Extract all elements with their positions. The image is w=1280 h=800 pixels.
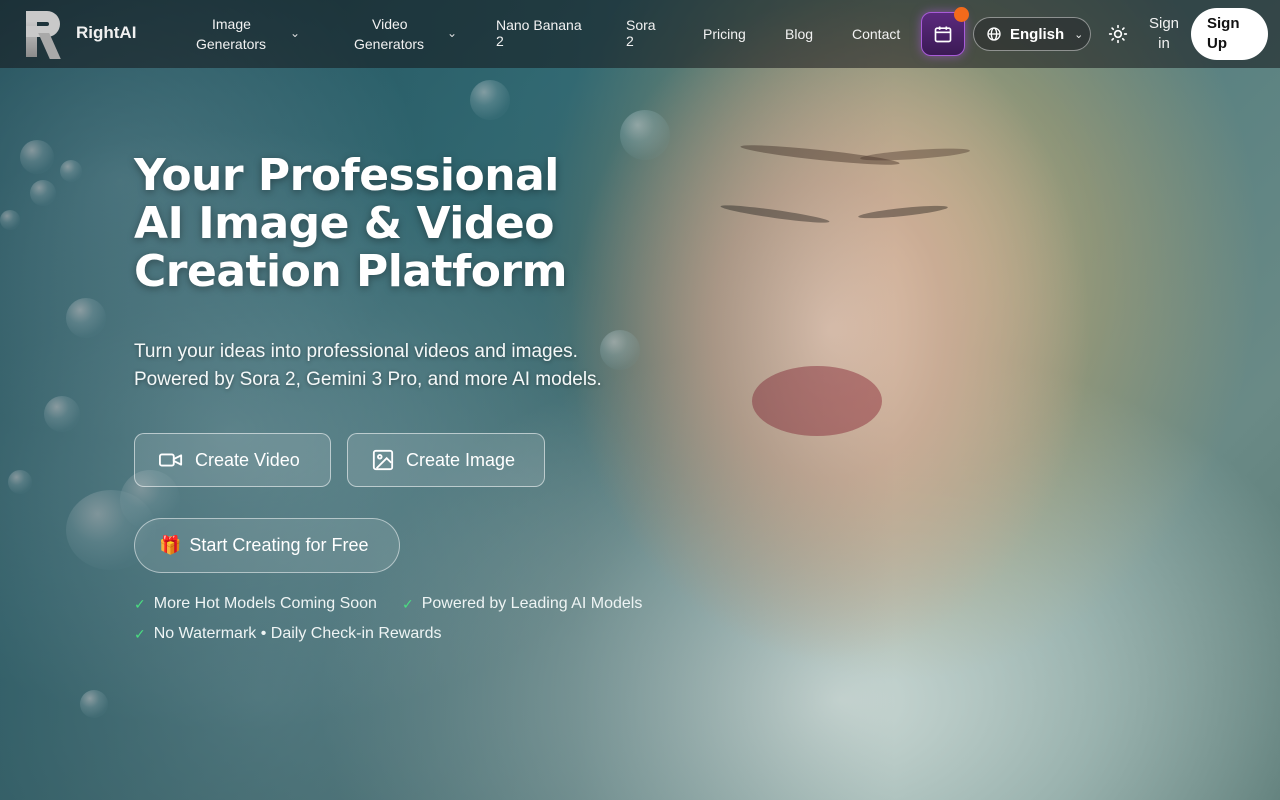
create-video-button[interactable]: Create Video: [134, 433, 331, 487]
hero-subtitle: Turn your ideas into professional videos…: [134, 338, 694, 394]
create-image-label: Create Image: [406, 449, 516, 470]
chevron-down-icon: ⌄: [1074, 28, 1084, 41]
top-navbar: RightAI Image Generators ⌄ Video Generat…: [0, 0, 1280, 68]
image-icon: [372, 449, 394, 471]
brand-logo[interactable]: RightAI: [24, 11, 136, 59]
feature-item: ✓ More Hot Models Coming Soon: [134, 595, 377, 613]
sign-in-label: Sign: [1148, 15, 1180, 32]
chevron-down-icon[interactable]: ⌄: [290, 26, 300, 40]
sign-up-label: Up: [1207, 35, 1227, 52]
nav-label: Image: [212, 16, 251, 32]
nav-label: Pricing: [703, 26, 746, 42]
nav-sora-2[interactable]: Sora 2: [626, 17, 656, 49]
globe-icon: [987, 27, 1001, 41]
calendar-icon: [934, 26, 952, 43]
gift-icon: 🎁: [159, 535, 182, 555]
nav-image-generators[interactable]: Image Generators: [196, 14, 266, 54]
feature-text: More Hot Models Coming Soon: [153, 595, 377, 612]
check-icon: ✓: [134, 595, 146, 612]
feature-text: Powered by Leading AI Models: [421, 595, 643, 612]
logo-icon: [24, 11, 64, 59]
sign-up-button[interactable]: Sign Up: [1191, 8, 1268, 60]
headline-line: AI Image & Video: [134, 198, 554, 249]
start-free-button[interactable]: 🎁 Start Creating for Free: [134, 518, 400, 573]
feature-item: ✓ No Watermark • Daily Check-in Rewards: [134, 625, 441, 643]
nav-label: Nano Banana: [496, 17, 582, 33]
headline-line: Creation Platform: [134, 246, 567, 297]
create-video-label: Create Video: [195, 449, 300, 470]
subtitle-line: Powered by Sora 2, Gemini 3 Pro, and mor…: [134, 369, 602, 390]
video-camera-icon: [159, 453, 183, 467]
headline-line: Your Professional: [134, 150, 559, 201]
chevron-down-icon[interactable]: ⌄: [447, 26, 457, 40]
language-label: English: [1010, 25, 1065, 43]
start-free-label: Start Creating for Free: [189, 535, 369, 555]
theme-toggle-button[interactable]: [1108, 24, 1128, 44]
sign-in-link[interactable]: Sign in: [1146, 14, 1182, 54]
notification-dot: [954, 7, 969, 22]
brand-name: RightAI: [76, 23, 137, 42]
nav-blog[interactable]: Blog: [785, 24, 813, 44]
feature-item: ✓ Powered by Leading AI Models: [402, 595, 642, 613]
nav-label: Video: [372, 16, 408, 32]
subtitle-line: Turn your ideas into professional videos…: [134, 341, 578, 362]
sun-icon: [1108, 24, 1128, 44]
nav-label: 2: [496, 33, 504, 49]
hero-overlay: [0, 0, 1280, 800]
nav-video-generators[interactable]: Video Generators: [354, 14, 424, 54]
nav-contact[interactable]: Contact: [852, 24, 900, 44]
nav-label: Generators: [354, 36, 425, 52]
nav-label: Generators: [196, 36, 267, 52]
nav-label: Contact: [852, 26, 901, 42]
sign-in-label: in: [1158, 35, 1170, 52]
nav-label: Sora: [626, 17, 656, 33]
check-icon: ✓: [402, 595, 414, 612]
check-icon: ✓: [134, 625, 146, 642]
nav-nano-banana-2[interactable]: Nano Banana 2: [496, 17, 582, 49]
feature-text: No Watermark • Daily Check-in Rewards: [153, 625, 442, 642]
sign-up-label: Sign: [1207, 15, 1240, 32]
create-image-button[interactable]: Create Image: [347, 433, 545, 487]
hero-headline: Your Professional AI Image & Video Creat…: [134, 152, 654, 296]
nav-pricing[interactable]: Pricing: [703, 24, 746, 44]
nav-label: 2: [626, 33, 634, 49]
nav-label: Blog: [785, 26, 814, 42]
language-selector[interactable]: English ⌄: [973, 17, 1091, 51]
